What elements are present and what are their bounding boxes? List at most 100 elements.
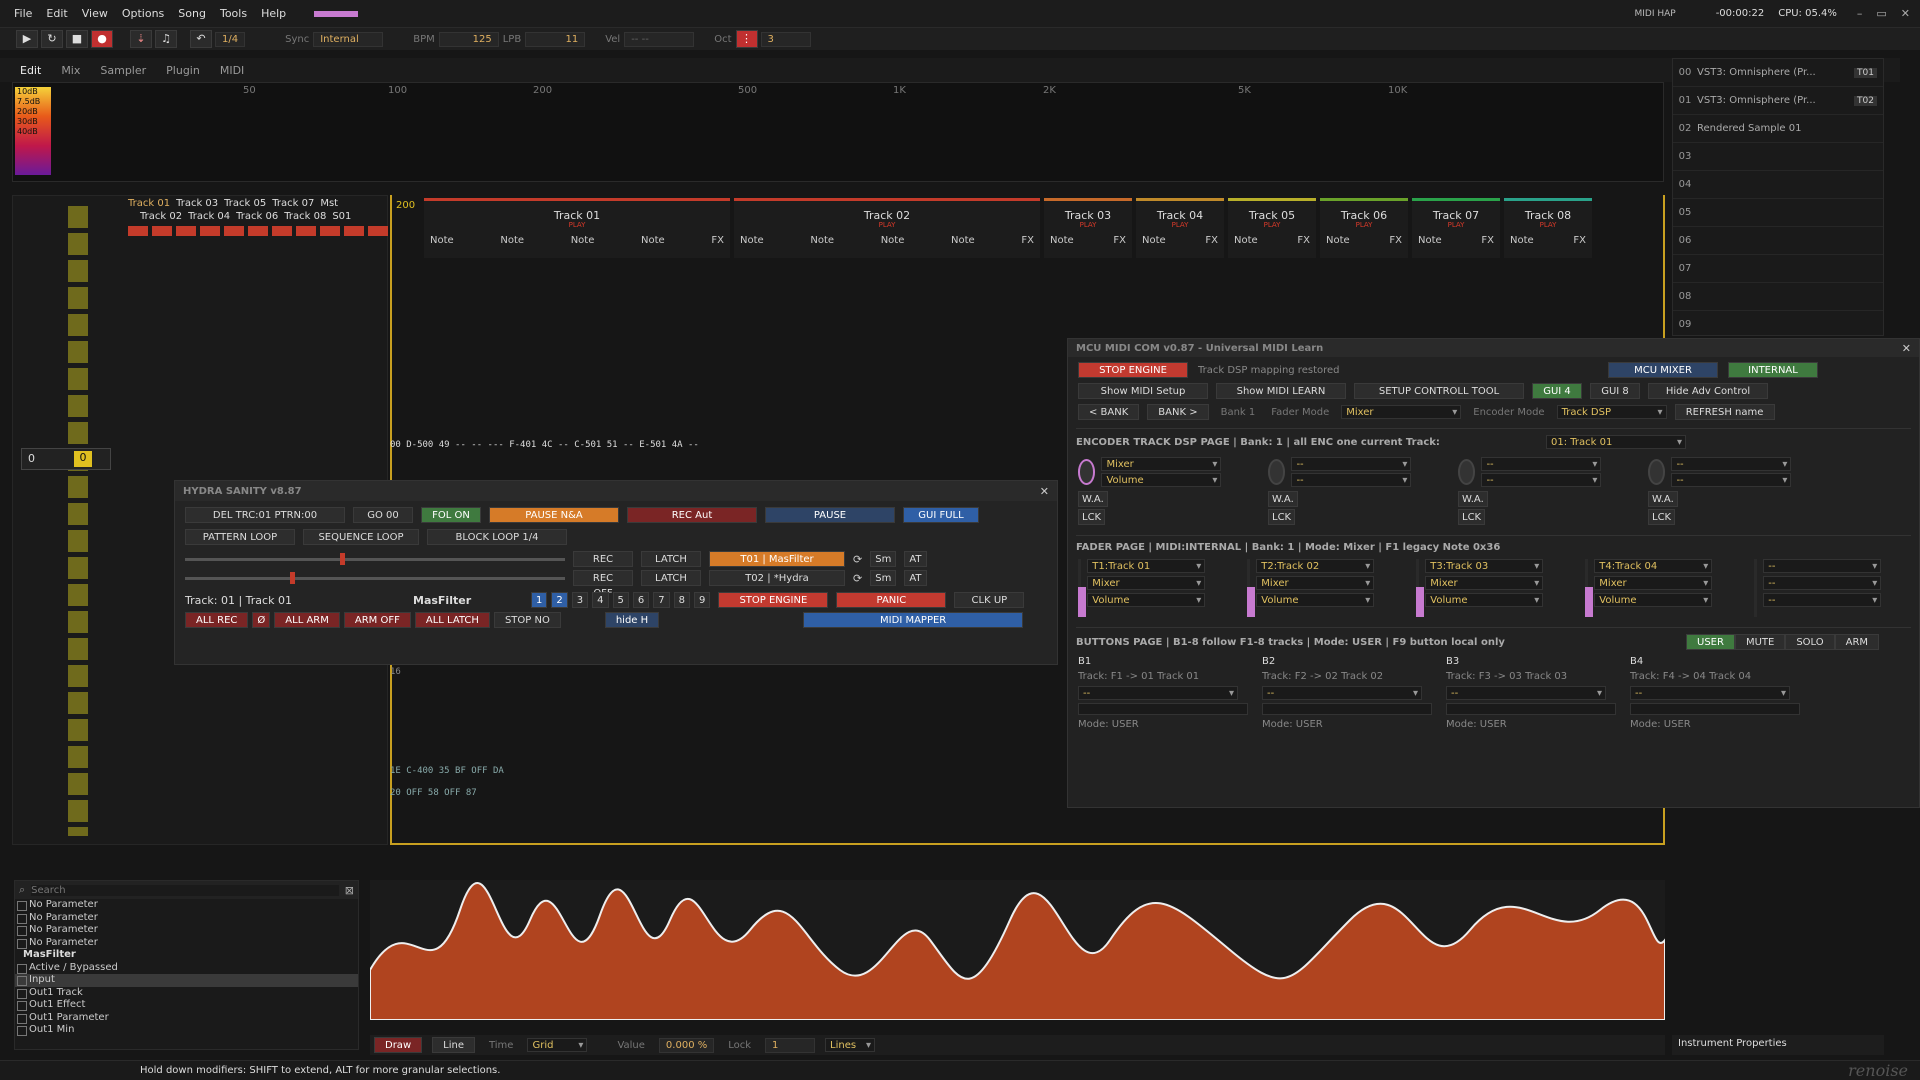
- panic-button[interactable]: PANIC: [836, 592, 947, 608]
- track-list-item[interactable]: Track 06: [236, 211, 278, 222]
- fader-track-select[interactable]: T4:Track 04: [1594, 559, 1713, 573]
- encoder-param-select[interactable]: --: [1291, 473, 1412, 487]
- number-button[interactable]: 6: [632, 592, 650, 608]
- mute-button[interactable]: MUTE: [1734, 634, 1786, 650]
- instrument-row[interactable]: 02 Rendered Sample 01: [1673, 115, 1883, 143]
- fader-meter[interactable]: [1585, 559, 1593, 617]
- menu-song[interactable]: Song: [178, 7, 206, 20]
- fader-meter[interactable]: [1416, 559, 1424, 617]
- tab-sampler[interactable]: Sampler: [100, 64, 146, 77]
- clear-icon[interactable]: ⊠: [345, 884, 354, 897]
- track-header[interactable]: Track 03 PLAY Note FX: [1044, 198, 1132, 258]
- t01-button[interactable]: T01 | MasFilter: [709, 551, 845, 567]
- master-volume-meter[interactable]: [314, 10, 359, 17]
- menu-view[interactable]: View: [82, 7, 108, 20]
- track-list-item[interactable]: S01: [332, 211, 351, 222]
- automation-editor[interactable]: [369, 880, 1666, 1021]
- track-header[interactable]: Track 01 PLAY Note Note Note Note FX: [424, 198, 730, 258]
- track-list-item[interactable]: Track 01: [128, 198, 170, 209]
- mcu-mixer-button[interactable]: MCU MIXER: [1608, 362, 1718, 378]
- track-header[interactable]: Track 02 PLAY Note Note Note Note FX: [734, 198, 1040, 258]
- all-rec-button[interactable]: ALL REC: [185, 612, 249, 628]
- fader-param-select[interactable]: Volume: [1256, 593, 1375, 607]
- fader-param-select[interactable]: --: [1763, 593, 1882, 607]
- number-button[interactable]: 1: [531, 592, 548, 608]
- button-field[interactable]: [1446, 703, 1616, 715]
- play-icon[interactable]: ▶: [16, 30, 38, 48]
- parameter-item[interactable]: Active / Bypassed: [15, 962, 358, 975]
- record-icon[interactable]: ●: [91, 30, 113, 48]
- grid-select[interactable]: Grid: [527, 1038, 588, 1052]
- instrument-properties[interactable]: Instrument Properties: [1672, 1035, 1884, 1055]
- tab-midi[interactable]: MIDI: [220, 64, 244, 77]
- lck-button[interactable]: LCK: [1078, 509, 1106, 525]
- track-list-item[interactable]: Mst: [320, 198, 338, 209]
- parameter-item[interactable]: No Parameter: [15, 924, 358, 937]
- number-button[interactable]: 4: [592, 592, 609, 608]
- button-field[interactable]: [1630, 703, 1800, 715]
- track-list-item[interactable]: Track 08: [284, 211, 326, 222]
- arm-button[interactable]: ARM: [1834, 634, 1880, 650]
- number-button[interactable]: 2: [551, 592, 568, 608]
- fader-param-select[interactable]: Volume: [1425, 593, 1544, 607]
- refresh-name-button[interactable]: REFRESH name: [1674, 404, 1775, 420]
- instrument-row[interactable]: 06: [1673, 227, 1883, 255]
- tab-plugin[interactable]: Plugin: [166, 64, 200, 77]
- encoder-device-select[interactable]: --: [1481, 457, 1602, 471]
- encoder-track-select[interactable]: 01: Track 01: [1546, 435, 1686, 449]
- latch-button[interactable]: LATCH: [641, 570, 701, 586]
- all-arm-button[interactable]: ALL ARM: [274, 612, 340, 628]
- button-action-select[interactable]: --: [1262, 686, 1422, 700]
- parameter-item[interactable]: Out1 Parameter: [15, 1012, 358, 1025]
- instrument-row[interactable]: 01 VST3: Omnisphere (Pr... T02: [1673, 87, 1883, 115]
- sm-button[interactable]: Sm: [870, 551, 897, 567]
- encoder-param-select[interactable]: --: [1671, 473, 1792, 487]
- draw-button[interactable]: Draw: [374, 1037, 423, 1053]
- fader-device-select[interactable]: Mixer: [1087, 576, 1206, 590]
- menu-options[interactable]: Options: [122, 7, 164, 20]
- instrument-row[interactable]: 05: [1673, 199, 1883, 227]
- close-icon[interactable]: ✕: [1901, 7, 1910, 20]
- bpm-field[interactable]: 125: [438, 31, 499, 47]
- track-list-item[interactable]: Track 07: [272, 198, 314, 209]
- rec-aut-button[interactable]: REC Aut: [627, 507, 757, 523]
- gui-full-button[interactable]: GUI FULL: [903, 507, 979, 523]
- wa-button[interactable]: W.A.: [1458, 491, 1488, 507]
- filter-icon[interactable]: ⌕: [19, 883, 25, 897]
- go-button[interactable]: GO 00: [353, 507, 413, 523]
- internal-button[interactable]: INTERNAL: [1728, 362, 1818, 378]
- wa-button[interactable]: W.A.: [1268, 491, 1298, 507]
- sequence-position[interactable]: 0 0: [21, 448, 111, 470]
- fader-meter[interactable]: [1754, 559, 1758, 617]
- number-button[interactable]: 8: [673, 592, 690, 608]
- fader-device-select[interactable]: Mixer: [1594, 576, 1713, 590]
- encoder-param-select[interactable]: Volume: [1101, 473, 1222, 487]
- arm-off-button[interactable]: ARM OFF: [343, 612, 411, 628]
- menu-tools[interactable]: Tools: [220, 7, 247, 20]
- encoder-knob[interactable]: [1268, 459, 1286, 485]
- stop-no-button[interactable]: STOP NO: [493, 612, 561, 628]
- instrument-row[interactable]: 09: [1673, 311, 1883, 339]
- undo-icon[interactable]: ↶: [190, 30, 212, 48]
- hide-adv-button[interactable]: Hide Adv Control: [1648, 383, 1768, 399]
- fader-device-select[interactable]: Mixer: [1256, 576, 1375, 590]
- parameter-item-selected[interactable]: Input: [15, 974, 358, 987]
- button-field[interactable]: [1262, 703, 1432, 715]
- menu-file[interactable]: File: [14, 7, 32, 20]
- edit-step[interactable]: 1/4: [215, 31, 246, 47]
- lck-button[interactable]: LCK: [1458, 509, 1486, 525]
- number-button[interactable]: 3: [571, 592, 589, 608]
- slider-1[interactable]: [185, 552, 565, 565]
- track-list-item[interactable]: Track 05: [224, 198, 266, 209]
- show-midi-setup-button[interactable]: Show MIDI Setup: [1078, 383, 1208, 399]
- track-list-item[interactable]: Track 04: [188, 211, 230, 222]
- refresh-icon[interactable]: ⟳: [853, 553, 862, 566]
- encoder-mode-select[interactable]: Track DSP: [1556, 405, 1667, 419]
- fader-param-select[interactable]: Volume: [1594, 593, 1713, 607]
- stop-icon[interactable]: ■: [66, 30, 88, 48]
- follow-icon[interactable]: ⇣: [130, 30, 152, 48]
- fader-track-select[interactable]: T1:Track 01: [1087, 559, 1206, 573]
- instrument-row[interactable]: 03: [1673, 143, 1883, 171]
- lpb-field[interactable]: 11: [525, 31, 586, 47]
- encoder-device-select[interactable]: Mixer: [1101, 457, 1222, 471]
